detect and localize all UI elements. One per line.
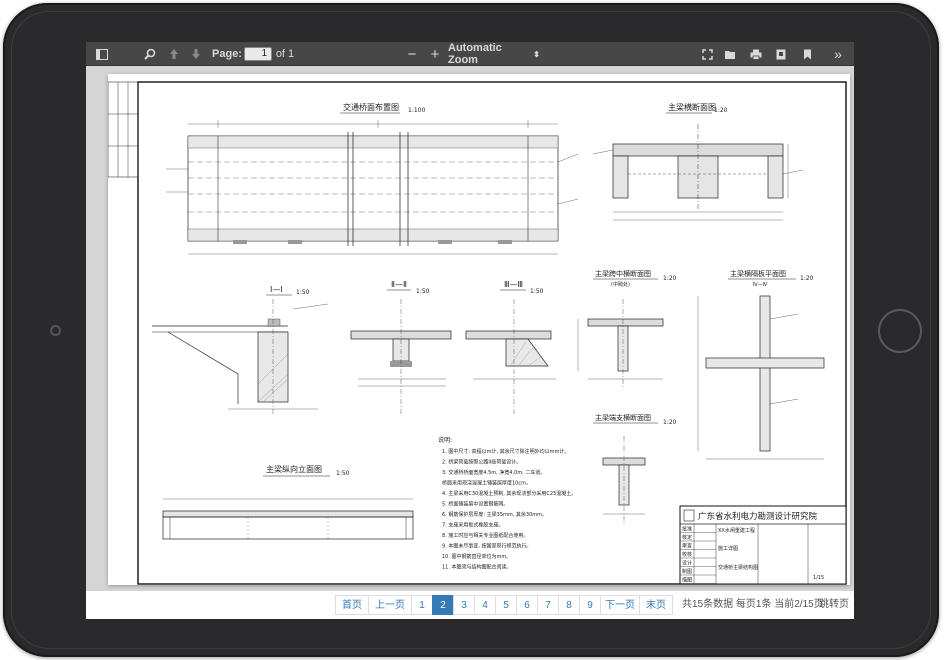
last-page-link[interactable]: 末页 xyxy=(639,595,673,615)
page-number-input[interactable]: 1 xyxy=(244,47,272,61)
note-line: 9. 本图未尽事宜, 按国家现行规范执行。 xyxy=(442,543,532,550)
engineering-drawing: 交通桥面布置图 1:100 主梁横断面图 1:20 Ⅰ—Ⅰ 1:50 Ⅱ—Ⅱ 1… xyxy=(107,81,847,585)
page-link[interactable]: 5 xyxy=(495,595,517,615)
longitudinal-scale: 1:50 xyxy=(336,470,350,477)
camera-icon xyxy=(50,325,61,336)
print-icon[interactable] xyxy=(747,42,765,66)
plan-view: 交通桥面布置图 1:100 xyxy=(166,102,579,255)
note-line: 11. 本图须与结构图配合阅读。 xyxy=(442,564,512,571)
first-page-link[interactable]: 首页 xyxy=(335,595,369,615)
note-line: 2. 桥梁荷载按照公路II级荷载设计。 xyxy=(442,459,521,466)
open-file-icon[interactable] xyxy=(721,42,739,66)
page-link[interactable]: 6 xyxy=(516,595,538,615)
main-section-title: 主梁横断面图 xyxy=(668,102,716,112)
beam-span-scale: 1:20 xyxy=(663,275,677,282)
page-link[interactable]: 7 xyxy=(537,595,559,615)
plan-title: 交通桥面布置图 xyxy=(343,102,399,112)
pdf-toolbar: Page: 1 of 1 − + Automatic Zoom ⬍ » xyxy=(86,42,854,66)
page-link[interactable]: 4 xyxy=(474,595,496,615)
pdf-viewer-screen: Page: 1 of 1 − + Automatic Zoom ⬍ » 交通桥面… xyxy=(86,42,854,619)
note-line: 桥面采用现浇混凝土铺装层厚度10cm。 xyxy=(442,480,531,487)
plan-scale: 1:100 xyxy=(408,107,425,114)
beam-end-scale: 1:20 xyxy=(663,419,677,426)
page-label: Page: xyxy=(212,48,242,60)
page-link[interactable]: 2 xyxy=(432,595,454,615)
beam-end-section-view: 主梁端支横断面图 1:20 xyxy=(593,413,677,524)
page-link[interactable]: 9 xyxy=(579,595,601,615)
longitudinal-view: 主梁纵向立面图 1:50 xyxy=(162,464,414,540)
note-line: 10. 图中钢筋直径单位为mm。 xyxy=(442,553,511,560)
title-block-label: 审查 xyxy=(682,543,692,550)
pagination-bar: 首页 上一页 123456789 下一页 末页 共15条数据 每页1条 当前2/… xyxy=(86,591,854,619)
beam-span-title: 主梁跨中横断面图 xyxy=(595,269,651,278)
note-line: 5. 桥面铺装层中设置钢筋网。 xyxy=(442,501,508,508)
title-block-label: 描图 xyxy=(682,577,692,584)
title-block-label: 批准 xyxy=(682,526,692,533)
search-icon[interactable] xyxy=(140,42,160,66)
note-line: 7. 支座采用板式橡胶支座。 xyxy=(442,522,503,529)
presentation-mode-icon[interactable] xyxy=(698,42,716,66)
beam-span-subtitle: (中跨处) xyxy=(611,281,630,288)
drawing-page: 交通桥面布置图 1:100 主梁横断面图 1:20 Ⅰ—Ⅰ 1:50 Ⅱ—Ⅱ 1… xyxy=(107,74,850,585)
title-block-label: 设计 xyxy=(682,560,692,567)
note-line: 6. 钢筋保护层厚度: 主梁35mm, 其余30mm。 xyxy=(442,511,547,518)
note-line: 1. 图中尺寸: 高程以m计, 其余尺寸除注明外均以mm计。 xyxy=(442,448,569,455)
company-name: 广东省水利电力勘测设计研究院 xyxy=(698,511,818,522)
title-block: 广东省水利电力勘测设计研究院 批准核定审查校核设计制图描图 XX水闸重建工程 施… xyxy=(679,505,847,585)
title-block-label: 制图 xyxy=(682,568,692,575)
note-line: 3. 交通桥桥面宽度4.5m, 净宽4.0m, 二车道。 xyxy=(442,469,545,476)
notes-block: 说明: 1. 图中尺寸: 高程以m计, 其余尺寸除注明外均以mm计。 2. 桥梁荷… xyxy=(438,436,576,571)
longitudinal-title: 主梁纵向立面图 xyxy=(266,464,322,474)
zoom-out-icon[interactable]: − xyxy=(404,42,420,66)
cross-beam-scale: 1:20 xyxy=(800,275,814,282)
next-page-icon[interactable] xyxy=(186,42,206,66)
prev-page-link[interactable]: 上一页 xyxy=(368,595,412,615)
pagination-info: 共15条数据 每页1条 当前2/15页 xyxy=(682,599,824,610)
chevron-down-icon: ⬍ xyxy=(533,49,540,59)
section-1-title: Ⅰ—Ⅰ xyxy=(270,285,283,294)
document-viewport[interactable]: 交通桥面布置图 1:100 主梁横断面图 1:20 Ⅰ—Ⅰ 1:50 Ⅱ—Ⅱ 1… xyxy=(86,66,854,591)
title-block-label: 校核 xyxy=(682,551,692,558)
next-page-link[interactable]: 下一页 xyxy=(600,595,640,615)
section-1-scale: 1:50 xyxy=(296,289,310,296)
note-line: 4. 主梁采用C30混凝土预制, 其余现浇部分采用C25混凝土。 xyxy=(442,490,576,497)
main-section-view: 主梁横断面图 1:20 xyxy=(592,102,804,221)
section-3-view: Ⅲ—Ⅲ 1:50 xyxy=(465,280,556,414)
tb-project: XX水闸重建工程 xyxy=(718,527,755,534)
jump-page-label[interactable]: 跳转页 xyxy=(819,595,849,615)
tb-stage: 施工详图 xyxy=(718,545,738,552)
page-link[interactable]: 8 xyxy=(558,595,580,615)
beam-span-section-view: 主梁跨中横断面图 1:20 (中跨处) xyxy=(577,269,677,389)
cross-beam-plan-view: 主梁横隔板平面图 1:20 Ⅳ—Ⅳ xyxy=(697,269,825,460)
notes-heading: 说明: xyxy=(438,436,452,444)
bookmark-icon[interactable] xyxy=(798,42,816,66)
cross-beam-subtitle: Ⅳ—Ⅳ xyxy=(753,282,768,288)
beam-end-title: 主梁端支横断面图 xyxy=(595,413,651,422)
main-section-scale: 1:20 xyxy=(714,107,728,114)
page-link[interactable]: 3 xyxy=(453,595,475,615)
tools-menu-icon[interactable]: » xyxy=(828,42,848,66)
section-2-scale: 1:50 xyxy=(416,288,430,295)
previous-page-icon[interactable] xyxy=(164,42,184,66)
cross-beam-title: 主梁横隔板平面图 xyxy=(730,269,786,278)
title-block-label: 核定 xyxy=(682,534,692,541)
home-button[interactable] xyxy=(878,309,922,353)
zoom-in-icon[interactable]: + xyxy=(427,42,443,66)
zoom-select[interactable]: Automatic Zoom ⬍ xyxy=(448,42,540,66)
section-3-scale: 1:50 xyxy=(530,288,544,295)
download-icon[interactable] xyxy=(772,42,790,66)
section-2-title: Ⅱ—Ⅱ xyxy=(391,280,407,289)
page-count: of 1 xyxy=(275,48,295,60)
section-3-title: Ⅲ—Ⅲ xyxy=(504,280,523,289)
note-line: 8. 施工时应与相关专业图纸配合使用。 xyxy=(442,532,528,539)
section-2-view: Ⅱ—Ⅱ 1:50 xyxy=(350,280,452,414)
page-link[interactable]: 1 xyxy=(411,595,433,615)
sidebar-toggle-icon[interactable] xyxy=(92,42,112,66)
section-1-view: Ⅰ—Ⅰ 1:50 xyxy=(152,285,329,414)
zoom-select-value: Automatic Zoom xyxy=(448,42,502,66)
tb-drawing-name: 交通桥主梁结构图 xyxy=(718,564,758,571)
tb-number: 1/15 xyxy=(813,575,824,581)
